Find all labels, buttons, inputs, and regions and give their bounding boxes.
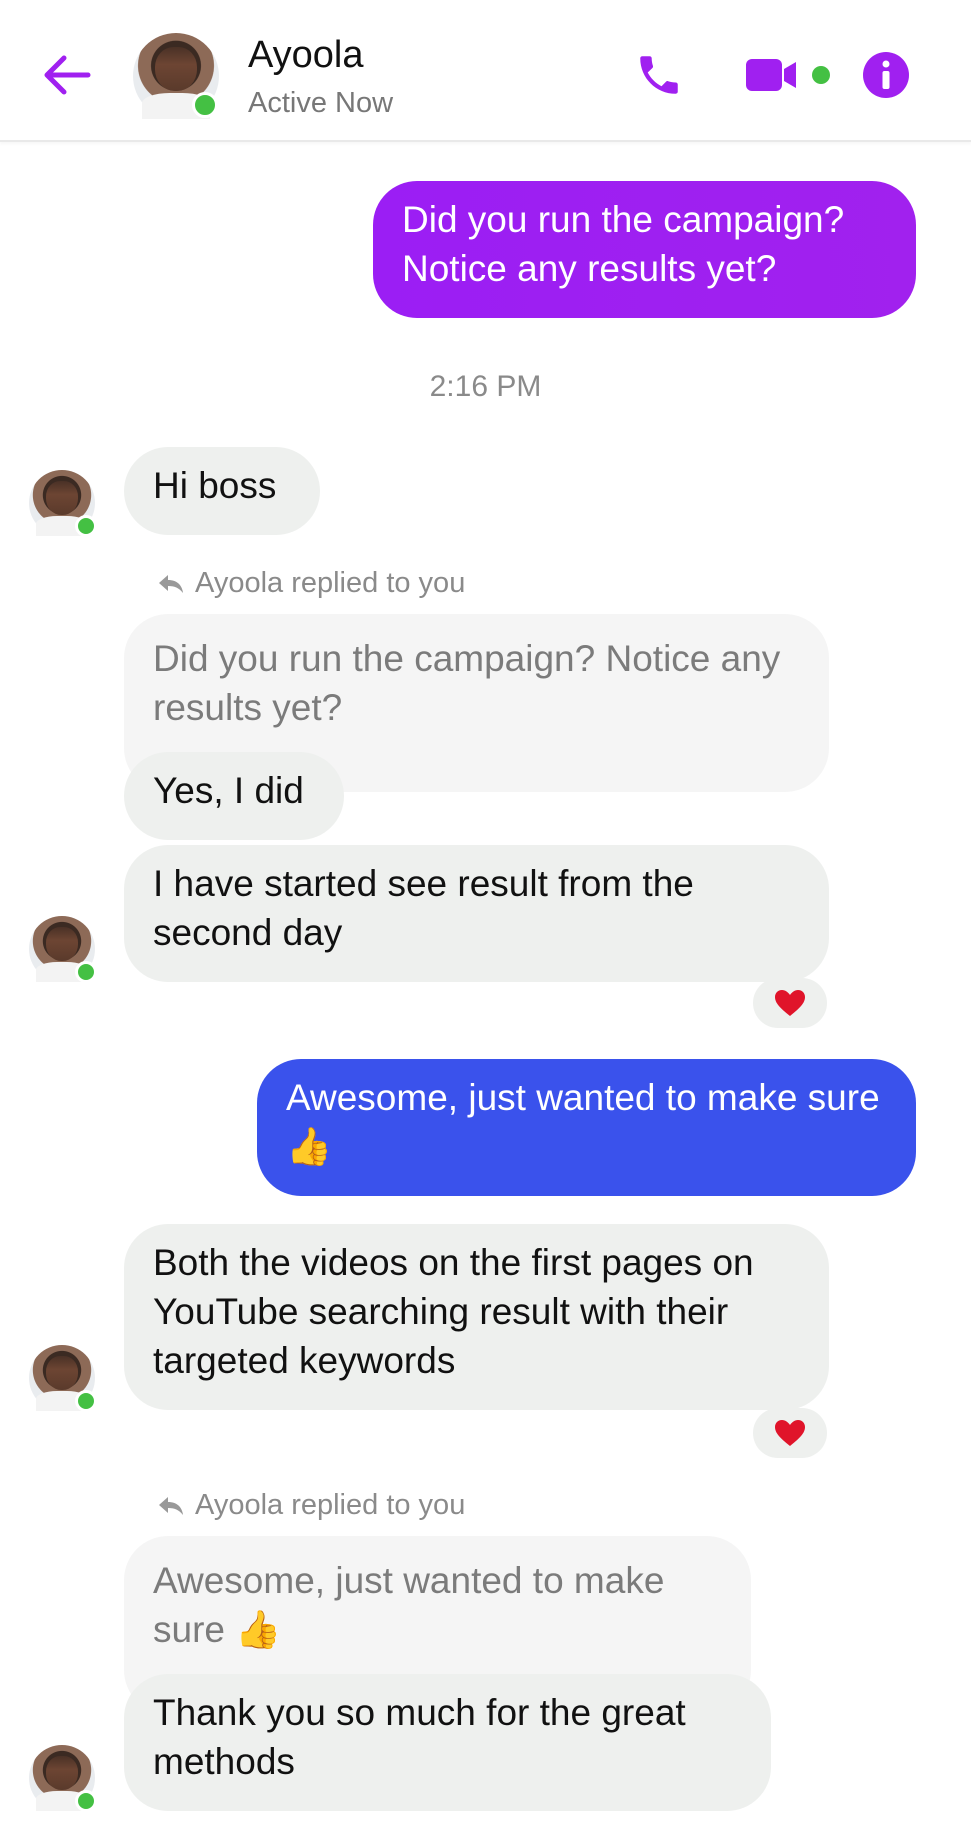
incoming-message[interactable]: Thank you so much for the great methods: [124, 1674, 771, 1811]
phone-icon[interactable]: [634, 50, 684, 100]
online-status-dot: [75, 961, 97, 983]
reply-arrow-icon: [159, 1497, 183, 1515]
contact-name[interactable]: Ayoola: [248, 34, 364, 77]
online-status-dot: [75, 515, 97, 537]
video-camera-icon[interactable]: [744, 55, 834, 95]
reply-label: Ayoola replied to you: [195, 567, 466, 599]
online-status-dot: [75, 1390, 97, 1412]
heart-icon: [775, 1420, 805, 1446]
heart-reaction[interactable]: [753, 1408, 827, 1458]
info-icon[interactable]: [861, 50, 911, 100]
heart-icon: [775, 990, 805, 1016]
message-text: Awesome, just wanted to make sure 👍: [286, 1077, 880, 1167]
outgoing-message[interactable]: Did you run the campaign? Notice any res…: [373, 181, 916, 318]
active-status: Active Now: [248, 87, 394, 119]
back-arrow-icon[interactable]: [42, 52, 92, 98]
message-timestamp: 2:16 PM: [429, 370, 542, 403]
online-status-dot: [75, 1790, 97, 1812]
incoming-message[interactable]: Both the videos on the first pages on Yo…: [124, 1224, 829, 1410]
incoming-message[interactable]: I have started see result from the secon…: [124, 845, 829, 982]
incoming-message[interactable]: Yes, I did: [124, 752, 344, 840]
online-status-dot: [192, 92, 218, 118]
reply-arrow-icon: [159, 575, 183, 593]
reply-label: Ayoola replied to you: [195, 1489, 466, 1521]
chat-header: Ayoola Active Now: [0, 0, 971, 142]
heart-reaction[interactable]: [753, 978, 827, 1028]
incoming-message[interactable]: Hi boss: [124, 447, 320, 535]
outgoing-message[interactable]: Awesome, just wanted to make sure 👍: [257, 1059, 916, 1196]
